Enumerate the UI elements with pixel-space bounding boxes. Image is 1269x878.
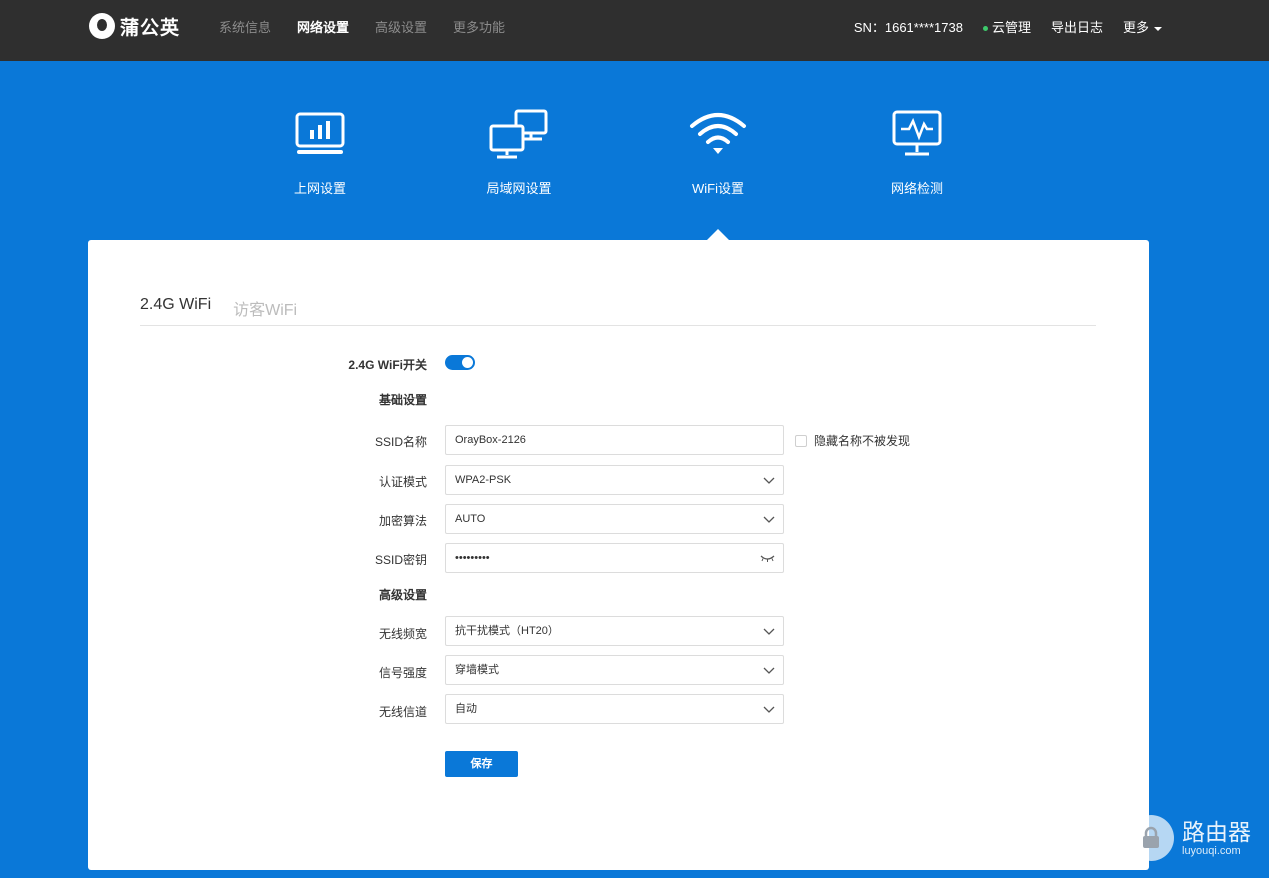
hide-ssid-label: 隐藏名称不被发现 (814, 434, 911, 448)
more-dropdown[interactable]: 更多 (1123, 17, 1162, 36)
category-label: 网络检测 (890, 181, 943, 196)
auth-mode-label: 认证模式 (378, 475, 427, 489)
signal-strength-select[interactable]: 穿墙模式 (445, 655, 784, 685)
monitor-pulse-icon (892, 110, 942, 156)
caret-down-icon (1154, 26, 1162, 31)
signal-strength-value: 穿墙模式 (455, 664, 499, 676)
category-label: 上网设置 (293, 181, 346, 196)
brand-name: 蒲公英 (120, 17, 181, 39)
auth-mode-select[interactable]: WPA2-PSK (445, 465, 784, 495)
chevron-down-icon (763, 706, 775, 713)
tab-guest-wifi[interactable]: 访客WiFi (233, 296, 297, 320)
category-label: 局域网设置 (486, 181, 552, 196)
nav-system-info[interactable]: 系统信息 (219, 17, 271, 36)
chevron-down-icon (763, 516, 775, 523)
hide-ssid-option[interactable]: 隐藏名称不被发现 (795, 432, 910, 449)
basic-settings-title: 基础设置 (378, 393, 427, 407)
eye-closed-icon[interactable] (760, 553, 775, 563)
more-label: 更多 (1122, 20, 1149, 35)
ssid-key-value: ••••••••• (455, 552, 490, 564)
export-log-link[interactable]: 导出日志 (1051, 17, 1103, 36)
advanced-settings-title: 高级设置 (378, 588, 427, 602)
category-network-diagnostics[interactable]: 网络检测 (857, 108, 977, 197)
channel-value: 自动 (455, 703, 477, 715)
encryption-select[interactable]: AUTO (445, 504, 784, 534)
encryption-label: 加密算法 (378, 514, 427, 528)
ssid-key-input[interactable]: ••••••••• (445, 543, 784, 573)
watermark-site: luyouqi.com (1182, 844, 1241, 857)
cloud-management-link[interactable]: 云管理 (982, 17, 1031, 36)
category-internet-settings[interactable]: 上网设置 (260, 108, 380, 197)
active-category-pointer (707, 229, 729, 240)
encryption-value: AUTO (455, 513, 486, 525)
wifi-tabs: 2.4G WiFi 访客WiFi (140, 296, 297, 320)
wifi-settings-card: 2.4G WiFi 访客WiFi 2.4G WiFi开关 基础设置 SSID名称… (88, 240, 1149, 870)
watermark: 路由器 luyouqi.com (1128, 815, 1251, 861)
bandwidth-select[interactable]: 抗干扰模式（HT20） (445, 616, 784, 646)
hide-ssid-checkbox[interactable] (795, 434, 807, 447)
logo[interactable]: 蒲公英 (89, 12, 180, 40)
chevron-down-icon (763, 628, 775, 635)
ssid-label: SSID名称 (374, 435, 427, 449)
bandwidth-label: 无线频宽 (378, 627, 427, 641)
top-navbar: 蒲公英 系统信息 网络设置 高级设置 更多功能 SN：1661****1738 … (0, 0, 1269, 61)
ssid-value: OrayBox-2126 (455, 434, 526, 446)
bandwidth-value: 抗干扰模式（HT20） (455, 625, 559, 637)
auth-mode-value: WPA2-PSK (455, 474, 512, 486)
nav-advanced-settings[interactable]: 高级设置 (375, 17, 427, 36)
cloud-management-label: 云管理 (991, 20, 1031, 35)
nav-network-settings[interactable]: 网络设置 (297, 17, 349, 36)
dandelion-logo-icon (89, 13, 115, 39)
wifi-switch-toggle[interactable] (445, 355, 475, 370)
nav-more-features[interactable]: 更多功能 (453, 17, 505, 36)
lan-computers-icon (489, 109, 548, 159)
monitor-chart-icon (295, 112, 345, 154)
save-button[interactable]: 保存 (445, 751, 518, 777)
tab-divider (140, 325, 1096, 326)
chevron-down-icon (763, 477, 775, 484)
header-right: SN：1661****1738 云管理 导出日志 更多 (854, 17, 1162, 36)
signal-strength-label: 信号强度 (378, 666, 427, 680)
router-lock-icon (1128, 815, 1174, 861)
main-nav: 系统信息 网络设置 高级设置 更多功能 (219, 17, 505, 36)
channel-label: 无线信道 (378, 705, 427, 719)
tab-24g-wifi[interactable]: 2.4G WiFi (140, 296, 211, 320)
status-dot-icon (982, 26, 988, 32)
wifi-switch-label: 2.4G WiFi开关 (348, 358, 427, 372)
category-wifi-settings[interactable]: WiFi设置 (658, 108, 778, 197)
ssid-input[interactable]: OrayBox-2126 (445, 425, 784, 455)
ssid-key-label: SSID密钥 (374, 553, 427, 567)
channel-select[interactable]: 自动 (445, 694, 784, 724)
category-label: WiFi设置 (692, 181, 744, 196)
serial-number: SN：1661****1738 (853, 20, 963, 35)
wifi-icon (690, 113, 746, 154)
watermark-title: 路由器 (1182, 818, 1251, 845)
category-lan-settings[interactable]: 局域网设置 (459, 108, 579, 197)
chevron-down-icon (763, 667, 775, 674)
